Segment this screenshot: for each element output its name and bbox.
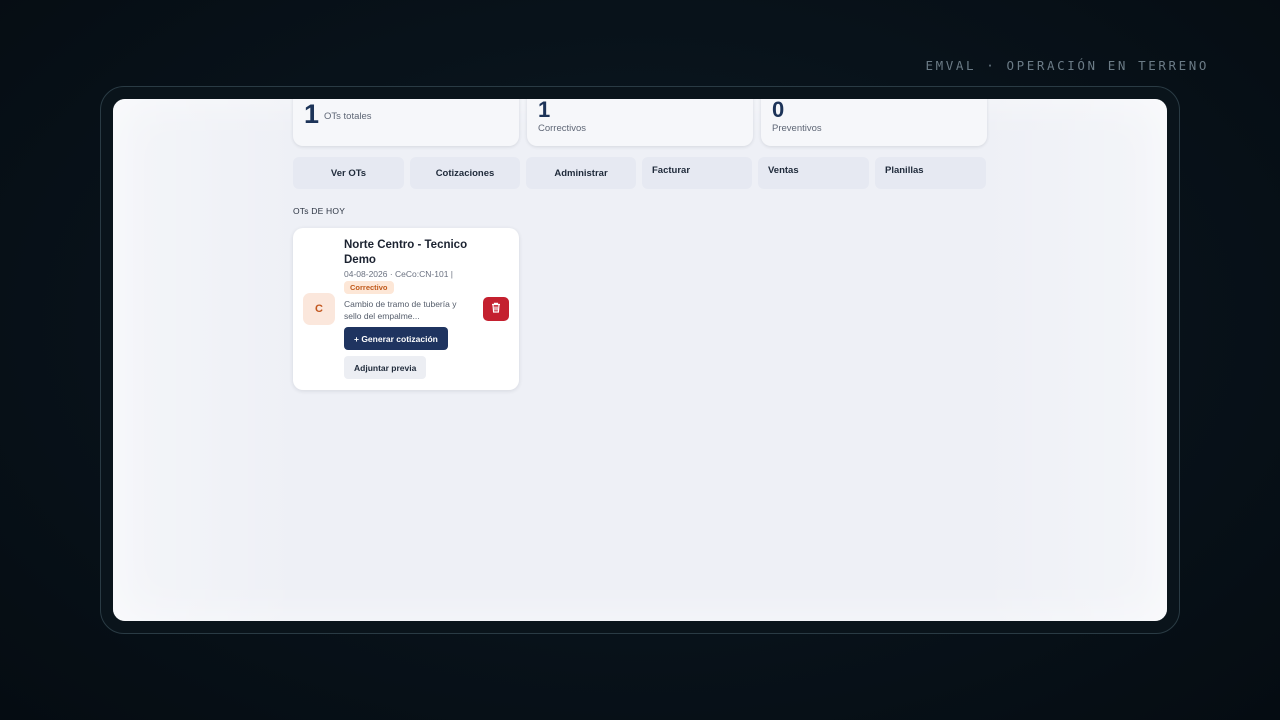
ot-type-badge: Correctivo [344,281,394,294]
brand-label: EMVAL · OPERACIÓN EN TERRENO [925,58,1209,73]
stat-card-preventivos: 0 Preventivos [761,99,987,146]
stat-preventivos-value: 0 [772,99,785,122]
stat-total-label: OTs totales [324,111,372,122]
nav-ventas-button[interactable]: Ventas [758,157,869,189]
nav-planillas-button[interactable]: Planillas [875,157,986,189]
ot-type-avatar: C [303,293,335,325]
ot-meta: 04-08-2026 · CeCo:CN-101 | [344,269,453,279]
app-screen: 1 OTs totales 1 Correctivos 0 Preventivo… [113,99,1167,621]
ot-title: Norte Centro - Tecnico Demo [344,239,468,266]
nav-facturar-button[interactable]: Facturar [642,157,752,189]
stat-correctivos-label: Correctivos [538,123,587,134]
delete-ot-button[interactable] [483,297,509,321]
trash-icon [491,300,501,318]
nav-ver-ots-button[interactable]: Ver OTs [293,157,404,189]
nav-buttons: Ver OTs Cotizaciones Administrar Factura… [293,157,989,189]
stat-total-value: 1 [304,99,320,129]
section-title: OTs DE HOY [293,206,346,216]
generate-quote-button[interactable]: + Generar cotización [344,327,448,350]
stats-row: 1 OTs totales 1 Correctivos 0 Preventivo… [293,99,989,146]
attach-previous-button[interactable]: Adjuntar previa [344,356,427,379]
nav-administrar-button[interactable]: Administrar [526,157,636,189]
stat-correctivos-value: 1 [538,99,551,122]
stat-card-correctivos: 1 Correctivos [527,99,753,146]
stat-card-total: 1 OTs totales [293,99,519,146]
ot-description: Cambio de tramo de tubería y sello del e… [344,299,457,321]
nav-cotizaciones-button[interactable]: Cotizaciones [410,157,520,189]
ot-card[interactable]: C Norte Centro - Tecnico Demo 04-08-2026… [293,228,519,390]
stat-preventivos-label: Preventivos [772,123,822,134]
